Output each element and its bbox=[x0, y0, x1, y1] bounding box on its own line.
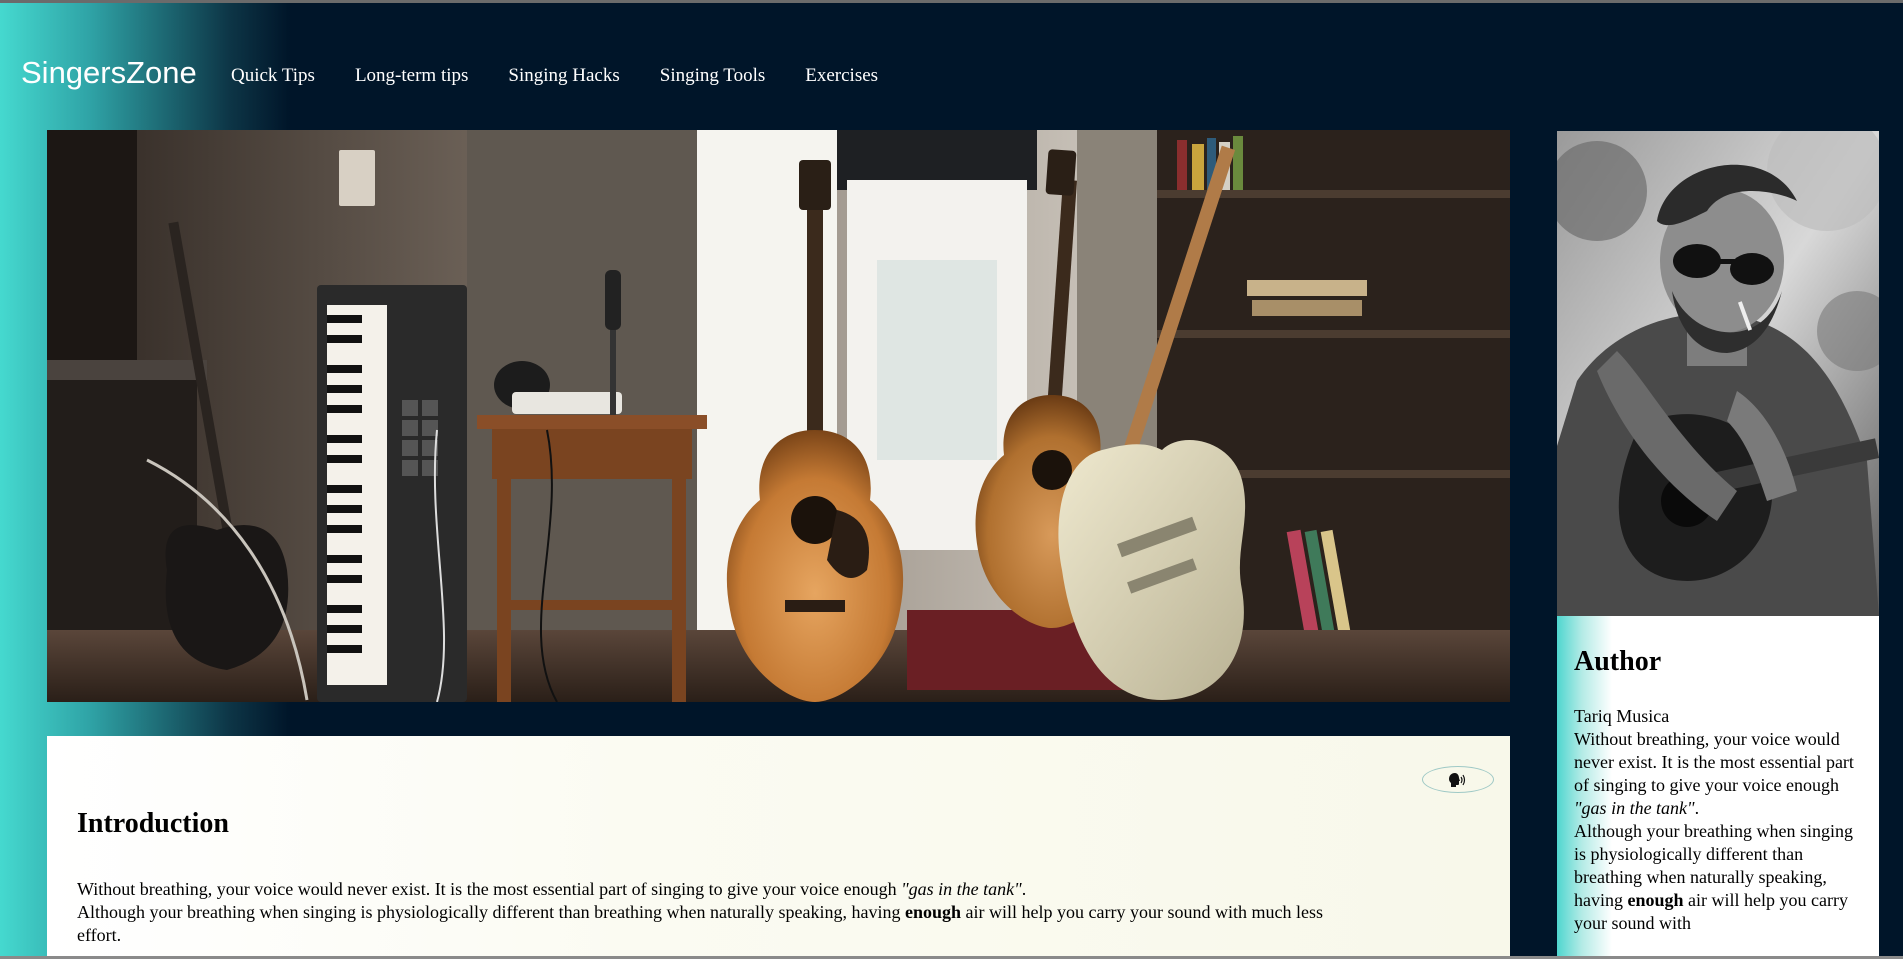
author-bio-p1: Without breathing, your voice would neve… bbox=[1574, 729, 1854, 795]
text-to-speech-button[interactable] bbox=[1422, 766, 1494, 793]
nav-item-long-term-tips[interactable]: Long-term tips bbox=[355, 65, 468, 87]
nav-item-exercises[interactable]: Exercises bbox=[805, 65, 878, 87]
author-name: Tariq Musica bbox=[1574, 706, 1670, 726]
intro-p2: Although your breathing when singing is … bbox=[77, 902, 905, 922]
brand-logo[interactable]: SingersZone bbox=[21, 55, 197, 91]
nav-item-singing-hacks[interactable]: Singing Hacks bbox=[508, 65, 619, 87]
intro-quote: "gas in the tank" bbox=[901, 879, 1022, 899]
author-bio-bold: enough bbox=[1627, 890, 1684, 910]
author-bio: Tariq Musica Without breathing, your voi… bbox=[1574, 705, 1869, 935]
author-heading: Author bbox=[1574, 646, 1662, 677]
author-bio-quote: "gas in the tank" bbox=[1574, 798, 1695, 818]
author-photo bbox=[1557, 131, 1879, 616]
nav-item-quick-tips[interactable]: Quick Tips bbox=[231, 65, 315, 87]
intro-heading: Introduction bbox=[77, 808, 229, 839]
author-bio-p1-end: . bbox=[1694, 798, 1700, 818]
intro-bold: enough bbox=[905, 902, 962, 922]
intro-p1: Without breathing, your voice would neve… bbox=[77, 879, 902, 899]
hero-image bbox=[47, 130, 1510, 702]
intro-card: Introduction Without breathing, your voi… bbox=[47, 736, 1510, 959]
nav-item-singing-tools[interactable]: Singing Tools bbox=[660, 65, 765, 87]
nav-links: Quick Tips Long-term tips Singing Hacks … bbox=[231, 65, 918, 87]
speaker-head-icon bbox=[1449, 772, 1466, 787]
author-card: Author Tariq Musica Without breathing, y… bbox=[1557, 616, 1879, 959]
intro-text: Without breathing, your voice would neve… bbox=[77, 878, 1337, 947]
intro-p1-end: . bbox=[1021, 879, 1027, 899]
navbar: SingersZone Quick Tips Long-term tips Si… bbox=[0, 3, 1903, 127]
